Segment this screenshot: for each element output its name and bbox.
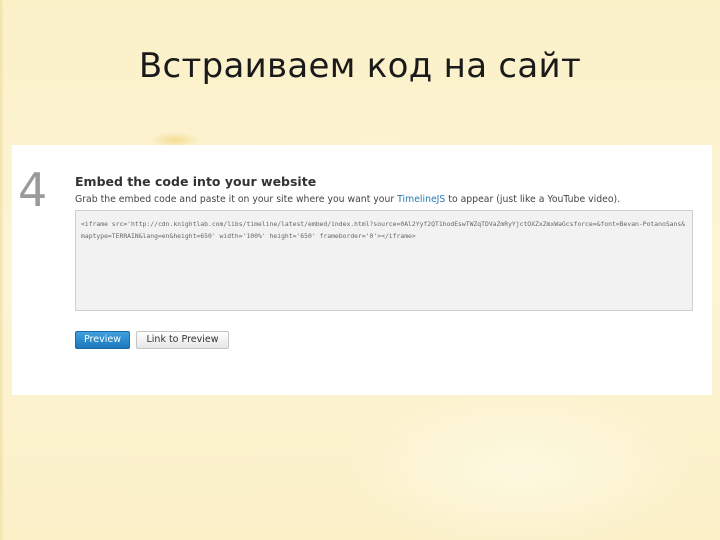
slide-title: Встраиваем код на сайт xyxy=(138,46,582,86)
preview-button[interactable]: Preview xyxy=(75,331,130,349)
step-number: 4 xyxy=(18,163,48,217)
embed-step-screenshot: 4 Embed the code into your website Grab … xyxy=(12,145,712,395)
timelinejs-link[interactable]: TimelineJS xyxy=(397,194,445,205)
instructions-text-start: Grab the embed code and paste it on your… xyxy=(75,194,398,205)
embed-code-textarea[interactable]: <iframe src='http://cdn.knightlab.com/li… xyxy=(75,210,693,311)
embed-heading: Embed the code into your website xyxy=(75,174,317,189)
instructions-text-end: to appear (just like a YouTube video). xyxy=(445,194,621,205)
link-to-preview-button[interactable]: Link to Preview xyxy=(136,331,229,349)
embed-instructions: Grab the embed code and paste it on your… xyxy=(75,194,705,205)
